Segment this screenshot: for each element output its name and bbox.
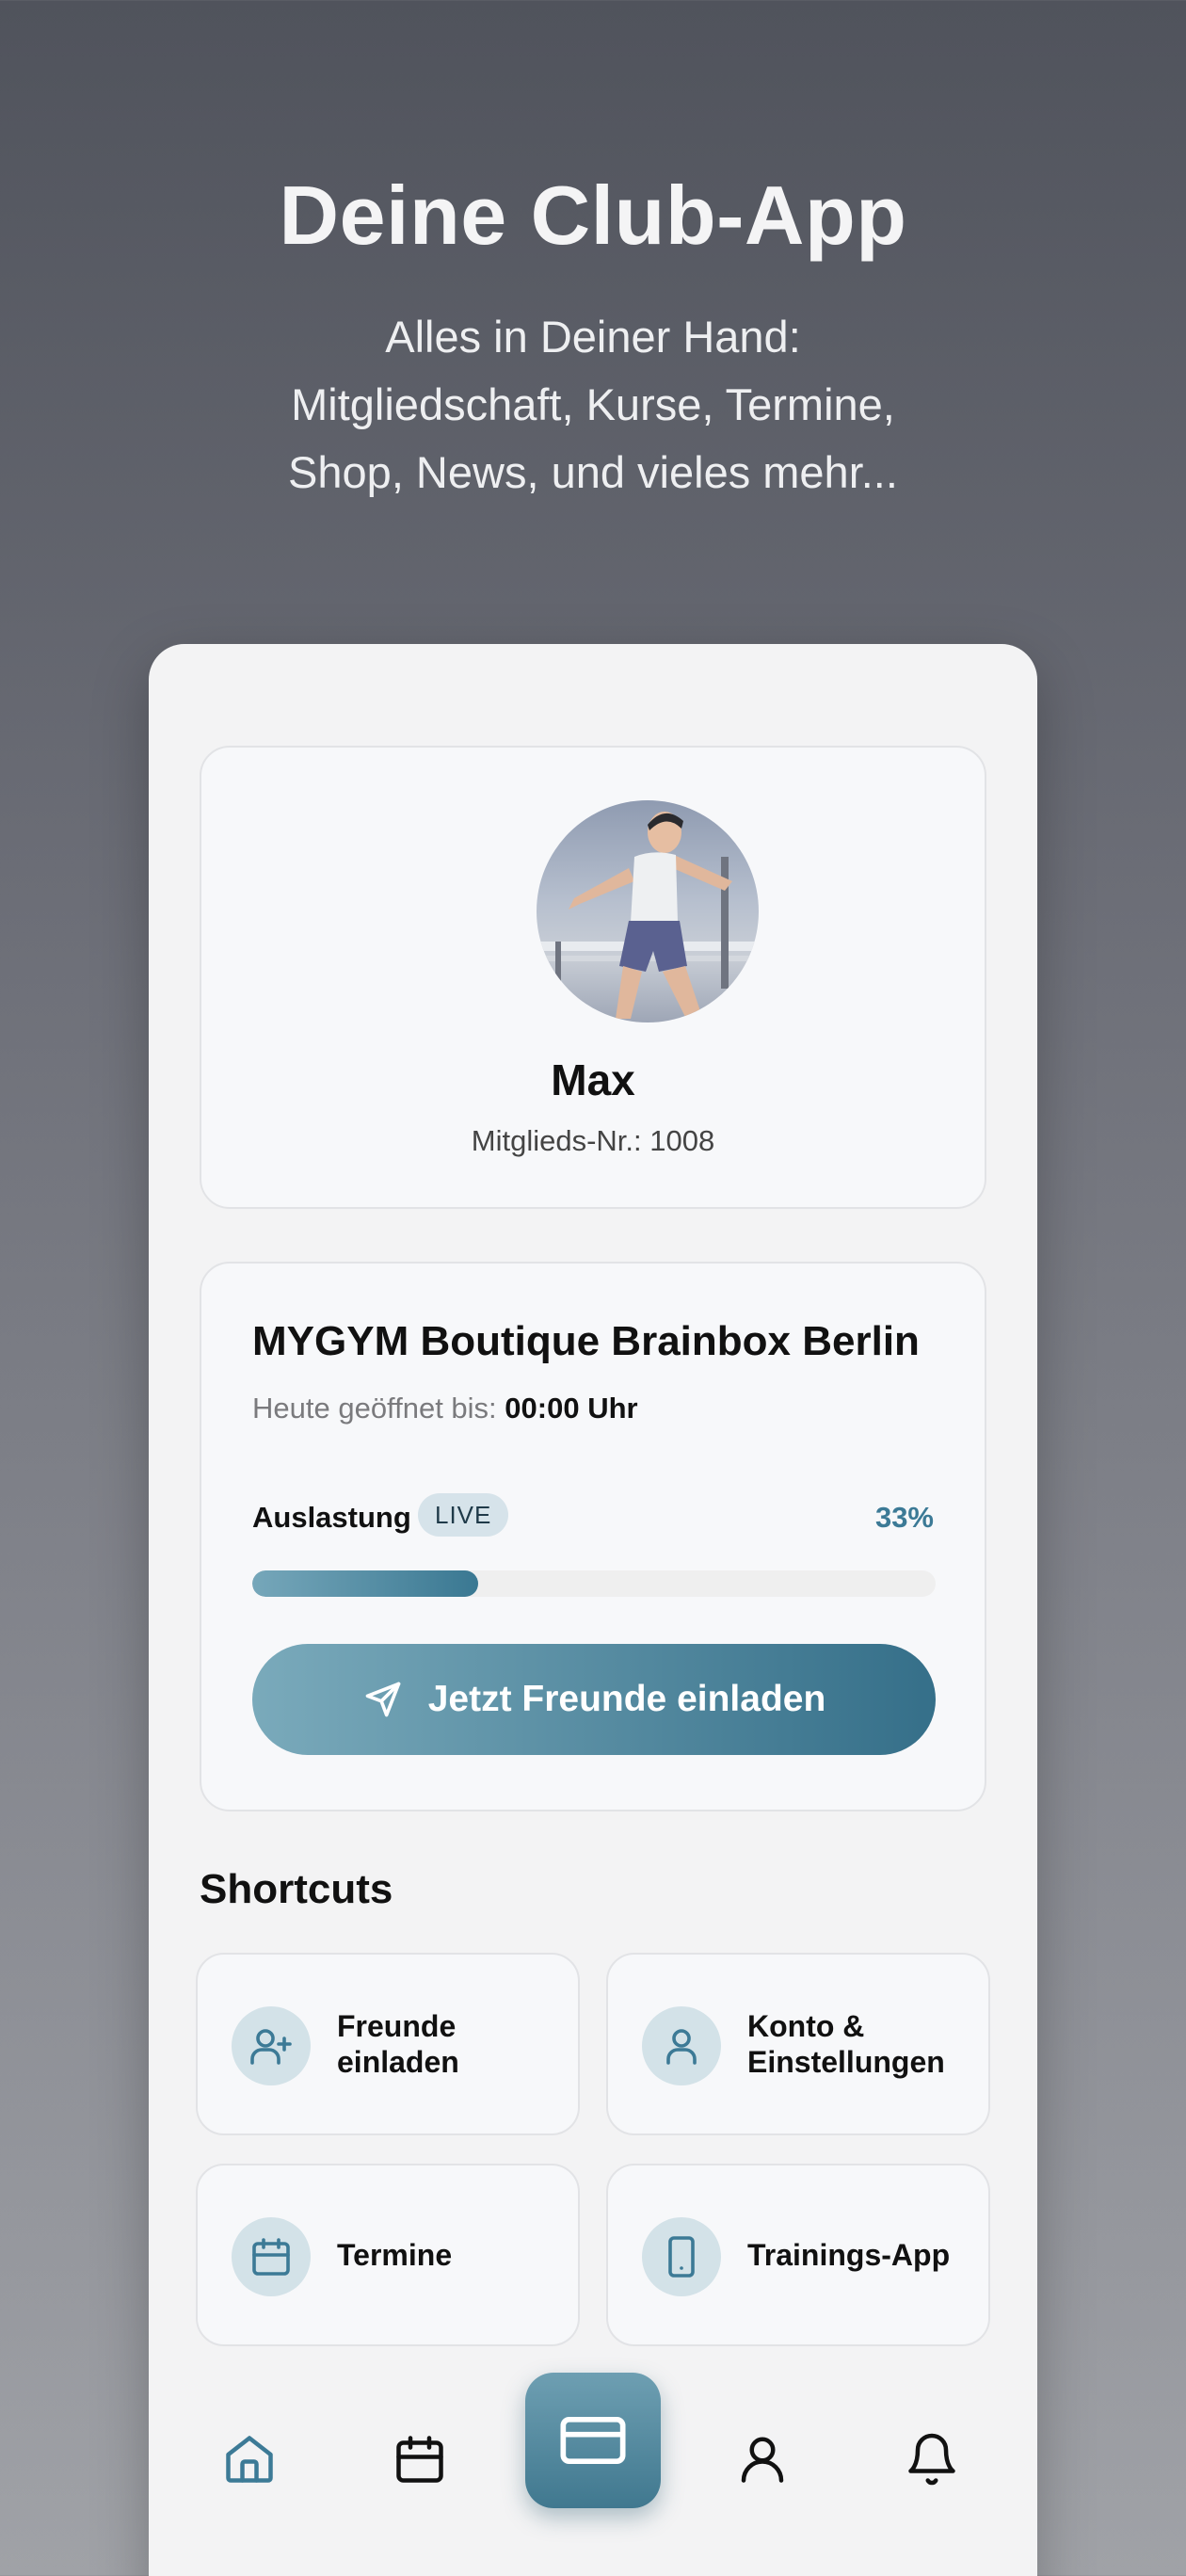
- shortcut-label: Freunde einladen: [337, 1955, 563, 2133]
- hero-subtitle: Alles in Deiner Hand: Mitgliedschaft, Ku…: [0, 303, 1186, 507]
- user-icon: [741, 2437, 784, 2483]
- profile-card[interactable]: Max Mitglieds-Nr.: 1008: [200, 746, 986, 1209]
- bottom-navigation: [149, 2373, 1037, 2542]
- nav-membership-card[interactable]: [525, 2373, 661, 2508]
- utilization-label: Auslastung: [252, 1501, 411, 1534]
- card-icon: [560, 2416, 626, 2465]
- utilization-bar-fill: [252, 1570, 478, 1597]
- send-icon: [365, 1682, 401, 1717]
- shortcut-appointments[interactable]: Termine: [196, 2164, 580, 2346]
- shortcut-invite-friends[interactable]: Freunde einladen: [196, 1953, 580, 2135]
- live-badge: LIVE: [418, 1493, 509, 1537]
- nav-home[interactable]: [219, 2429, 280, 2489]
- bell-icon: [908, 2433, 955, 2486]
- shortcut-label-line: einladen: [337, 2045, 459, 2079]
- hero-subtitle-line: Mitgliedschaft, Kurse, Termine,: [291, 379, 895, 429]
- calendar-icon: [396, 2436, 443, 2483]
- user-plus-icon: [232, 2006, 311, 2085]
- shortcut-label-line: Konto &: [747, 2009, 865, 2043]
- nav-profile[interactable]: [732, 2429, 793, 2489]
- user-icon: [642, 2006, 721, 2085]
- hero-subtitle-line: Alles in Deiner Hand:: [385, 312, 801, 362]
- nav-calendar[interactable]: [390, 2429, 450, 2489]
- profile-name: Max: [551, 1055, 635, 1104]
- invite-friends-label: Jetzt Freunde einladen: [427, 1679, 826, 1719]
- home-icon: [226, 2436, 273, 2483]
- gym-name: MYGYM Boutique Brainbox Berlin: [252, 1318, 920, 1364]
- shortcuts-title: Shortcuts: [200, 1866, 393, 1912]
- shortcut-label-line: Trainings-App: [747, 2238, 951, 2272]
- shortcut-label-line: Freunde: [337, 2009, 457, 2043]
- nav-notifications[interactable]: [902, 2429, 962, 2489]
- tablet-icon: [642, 2217, 721, 2296]
- opening-hours: Heute geöffnet bis: 00:00 Uhr: [252, 1392, 638, 1425]
- member-number: Mitglieds-Nr.: 1008: [471, 1124, 715, 1157]
- calendar-icon: [232, 2217, 311, 2296]
- shortcut-label: Trainings-App: [747, 2165, 973, 2344]
- phone-screen: Max Mitglieds-Nr.: 1008 MYGYM Boutique B…: [149, 644, 1037, 2576]
- gym-card: MYGYM Boutique Brainbox Berlin Heute geö…: [200, 1262, 986, 1811]
- opening-hours-label: Heute geöffnet bis:: [252, 1392, 497, 1425]
- utilization-bar: [252, 1570, 936, 1597]
- shortcut-label: Konto & Einstellungen: [747, 1955, 973, 2133]
- hero-subtitle-line: Shop, News, und vieles mehr...: [288, 447, 898, 497]
- hero-title: Deine Club-App: [279, 169, 907, 262]
- shortcut-training-app[interactable]: Trainings-App: [606, 2164, 990, 2346]
- shortcut-label: Termine: [337, 2165, 563, 2344]
- avatar-photo: [537, 812, 759, 1021]
- opening-hours-value: 00:00 Uhr: [505, 1392, 638, 1425]
- shortcut-account-settings[interactable]: Konto & Einstellungen: [606, 1953, 990, 2135]
- avatar[interactable]: [537, 800, 759, 1022]
- invite-friends-button[interactable]: Jetzt Freunde einladen: [252, 1644, 936, 1755]
- utilization-percent: 33%: [874, 1501, 934, 1534]
- shortcut-label-line: Einstellungen: [747, 2045, 945, 2079]
- shortcut-label-line: Termine: [337, 2238, 453, 2272]
